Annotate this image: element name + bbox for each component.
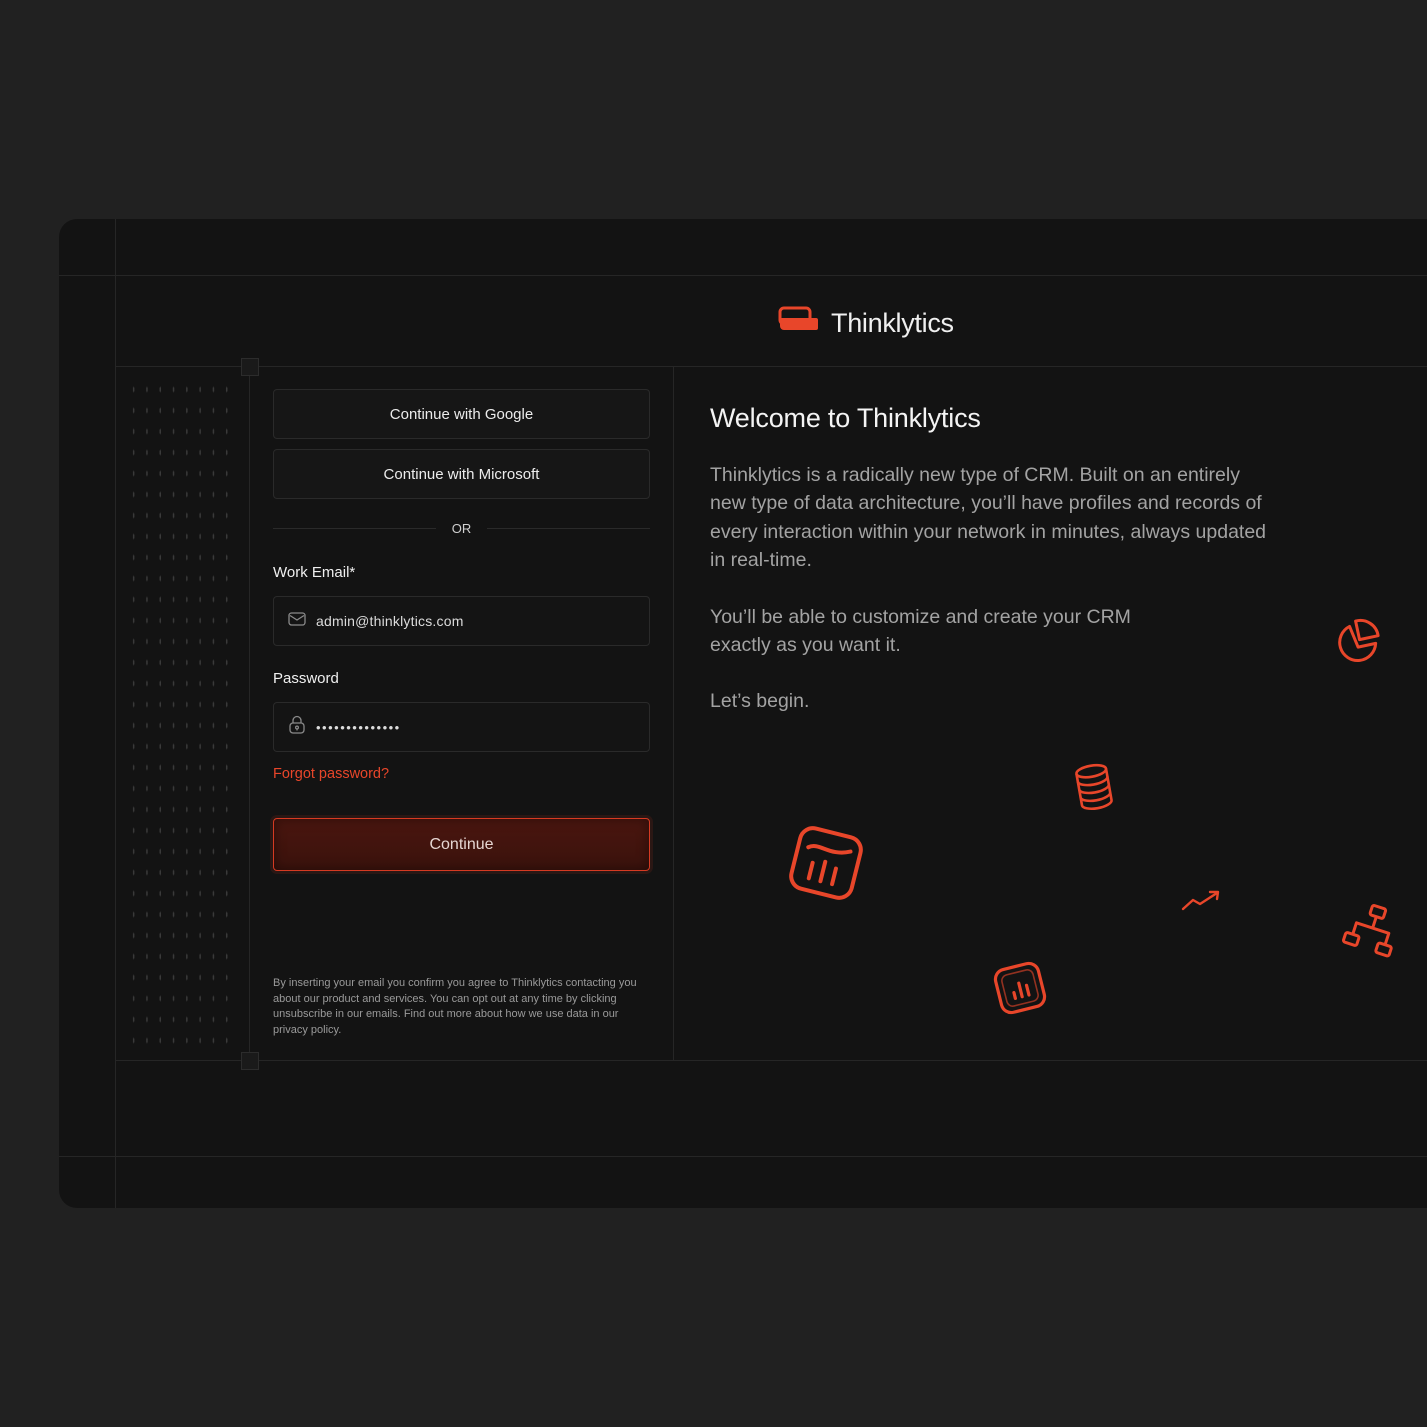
grid-line xyxy=(59,1156,1427,1157)
continue-with-google-button[interactable]: Continue with Google xyxy=(273,389,650,439)
forgot-password-link[interactable]: Forgot password? xyxy=(273,766,389,782)
mail-icon xyxy=(288,611,306,632)
network-icon xyxy=(1342,900,1402,965)
corner-marker xyxy=(241,1052,259,1070)
email-field[interactable]: admin@thinklytics.com xyxy=(273,596,650,646)
email-label: Work Email* xyxy=(273,564,356,581)
continue-with-microsoft-button[interactable]: Continue with Microsoft xyxy=(273,449,650,499)
trend-up-icon xyxy=(1179,887,1223,918)
corner-marker xyxy=(241,358,259,376)
welcome-heading: Welcome to Thinklytics xyxy=(710,403,981,433)
or-divider: OR xyxy=(273,519,650,537)
grid-line xyxy=(115,1060,1427,1061)
password-field[interactable]: •••••••••••••• xyxy=(273,702,650,752)
grid-line xyxy=(115,366,1427,367)
divider-line xyxy=(487,527,650,529)
grid-line xyxy=(59,275,1427,276)
divider-label: OR xyxy=(451,520,472,536)
password-label: Password xyxy=(273,670,339,687)
brand-name: Thinklytics xyxy=(831,308,954,338)
continue-button[interactable]: Continue xyxy=(273,818,650,871)
brand-logo: Thinklytics xyxy=(777,305,954,342)
intro-paragraph: Let’s begin. xyxy=(710,690,810,712)
grid-line xyxy=(673,366,674,1060)
lock-icon xyxy=(288,715,306,740)
pie-chart-icon xyxy=(1331,615,1385,674)
bar-chart-square-icon xyxy=(989,957,1051,1024)
intro-paragraph: Thinklytics is a radically new type of C… xyxy=(710,464,1267,571)
stacked-cards-logo-icon xyxy=(777,305,819,342)
legal-notice: By inserting your email you confirm you … xyxy=(273,977,637,1036)
email-value: admin@thinklytics.com xyxy=(316,613,464,629)
database-icon xyxy=(1071,762,1117,817)
password-value: •••••••••••••• xyxy=(316,719,401,735)
app-window: Thinklytics Continue with Google Continu… xyxy=(59,219,1427,1208)
dot-pattern xyxy=(127,379,239,1051)
intro-paragraph: You’ll be able to customize and create y… xyxy=(710,606,1131,657)
grid-line xyxy=(249,366,250,1060)
divider-line xyxy=(273,527,436,529)
bar-chart-icon xyxy=(781,818,871,913)
